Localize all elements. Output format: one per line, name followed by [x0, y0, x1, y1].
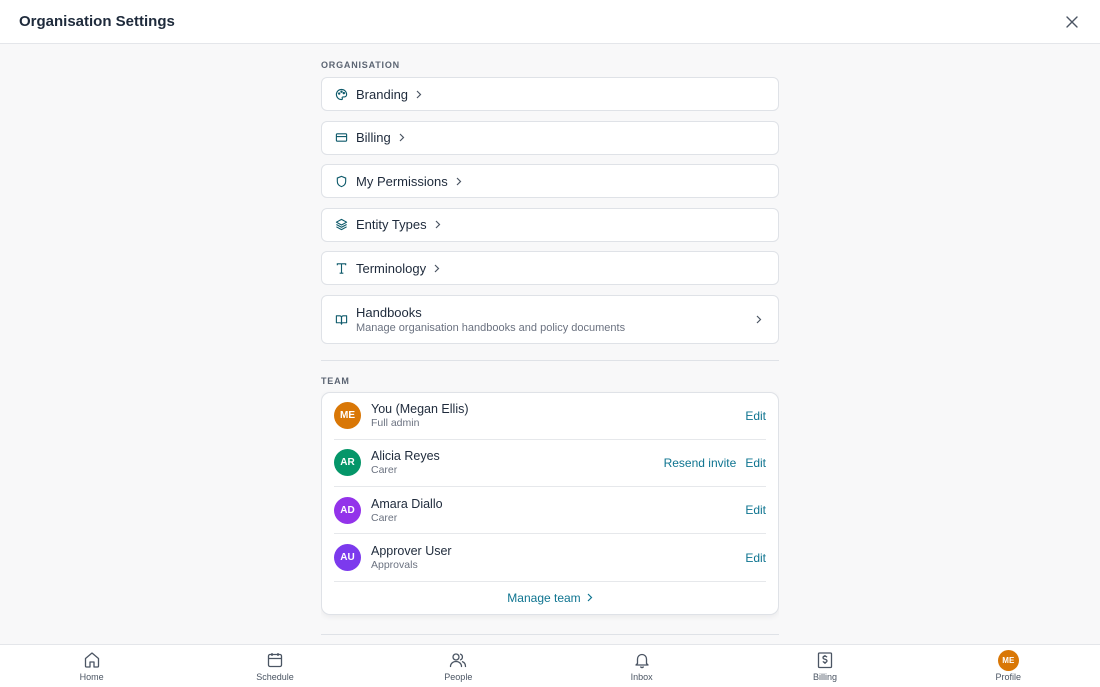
- close-button[interactable]: [1063, 13, 1081, 31]
- manage-team-label: Manage team: [507, 590, 581, 605]
- nav-item-inbox[interactable]: Inbox: [612, 650, 672, 682]
- nav-item-people[interactable]: People: [428, 650, 488, 682]
- nav-item-profile[interactable]: ME Profile: [978, 649, 1038, 682]
- layers-icon: [334, 218, 348, 232]
- chevron-right-icon: [756, 314, 766, 324]
- member-name: Alicia Reyes: [371, 449, 440, 464]
- team-member-row: ME You (Megan Ellis) Full admin Edit: [334, 393, 766, 440]
- member-role: Carer: [371, 511, 398, 524]
- handbooks-label: Handbooks: [356, 304, 422, 320]
- avatar: AD: [334, 496, 361, 524]
- bell-icon: [633, 650, 651, 670]
- bottom-nav: Home Schedule People Inbox Billing ME Pr…: [0, 644, 1100, 687]
- member-name: You (Megan Ellis): [371, 402, 469, 417]
- edit-member-button[interactable]: Edit: [745, 551, 766, 565]
- section-divider: [321, 359, 779, 361]
- team-member-row: AR Alicia Reyes Carer Resend invite Edit: [334, 440, 766, 488]
- billing-label: Billing: [356, 130, 391, 145]
- shield-icon: [334, 174, 348, 188]
- team-member-row: AU Approver User Approvals Edit: [334, 534, 766, 582]
- palette-icon: [334, 87, 348, 101]
- handbooks-subtitle: Manage organisation handbooks and policy…: [356, 321, 626, 334]
- nav-label: Schedule: [256, 672, 294, 682]
- avatar: AR: [334, 449, 361, 477]
- branding-label: Branding: [356, 86, 409, 102]
- member-role: Carer: [371, 464, 398, 477]
- terminology-row[interactable]: Terminology: [321, 251, 779, 285]
- team-card: ME You (Megan Ellis) Full admin Edit AR …: [321, 391, 779, 615]
- close-icon: [1066, 15, 1078, 28]
- chevron-right-icon: [456, 176, 466, 186]
- users-icon: [449, 650, 467, 670]
- nav-item-home[interactable]: Home: [62, 650, 122, 682]
- section-divider: [321, 633, 779, 635]
- my-permissions-label: My Permissions: [356, 173, 448, 189]
- chevron-right-icon: [435, 220, 445, 230]
- chevron-right-icon: [416, 89, 426, 99]
- chevron-right-icon: [399, 133, 409, 143]
- edit-member-button[interactable]: Edit: [745, 456, 766, 470]
- resend-invite-button[interactable]: Resend invite: [664, 456, 737, 470]
- nav-item-billing[interactable]: Billing: [795, 650, 855, 682]
- header: Organisation Settings: [0, 0, 1100, 44]
- nav-label: People: [444, 672, 473, 682]
- member-name: Approver User: [371, 544, 452, 559]
- chevron-right-icon: [587, 589, 593, 607]
- member-role: Approvals: [371, 559, 418, 572]
- member-name: Amara Diallo: [371, 496, 443, 511]
- nav-item-schedule[interactable]: Schedule: [245, 650, 305, 682]
- edit-member-button[interactable]: Edit: [745, 503, 766, 517]
- branding-row[interactable]: Branding: [321, 77, 779, 111]
- type-icon: [334, 261, 348, 275]
- calendar-icon: [266, 650, 284, 670]
- chevron-right-icon: [434, 263, 444, 273]
- section-label-organisation: ORGANISATION: [321, 60, 400, 70]
- section-label-team: TEAM: [321, 375, 350, 386]
- home-icon: [83, 650, 101, 670]
- manage-team-button[interactable]: Manage team: [334, 582, 766, 614]
- avatar: ME: [997, 649, 1019, 671]
- receipt-dollar-icon: [816, 650, 834, 670]
- my-permissions-row[interactable]: My Permissions: [321, 164, 779, 198]
- book-open-icon: [334, 312, 348, 326]
- avatar: AU: [334, 544, 361, 572]
- nav-label: Profile: [995, 672, 1022, 682]
- handbooks-row[interactable]: Handbooks Manage organisation handbooks …: [321, 294, 779, 344]
- page-title: Organisation Settings: [19, 13, 175, 30]
- credit-card-icon: [334, 131, 348, 145]
- settings-content: ORGANISATION Branding Billing My Permiss…: [321, 44, 779, 644]
- avatar: ME: [334, 402, 361, 430]
- nav-label: Inbox: [630, 672, 653, 682]
- entity-types-row[interactable]: Entity Types: [321, 207, 779, 242]
- nav-label: Home: [79, 672, 104, 682]
- edit-member-button[interactable]: Edit: [745, 409, 766, 423]
- billing-row[interactable]: Billing: [321, 120, 779, 155]
- nav-label: Billing: [812, 672, 837, 682]
- team-member-row: AD Amara Diallo Carer Edit: [334, 487, 766, 535]
- terminology-label: Terminology: [356, 260, 427, 276]
- member-role: Full admin: [371, 417, 420, 430]
- entity-types-label: Entity Types: [356, 217, 427, 232]
